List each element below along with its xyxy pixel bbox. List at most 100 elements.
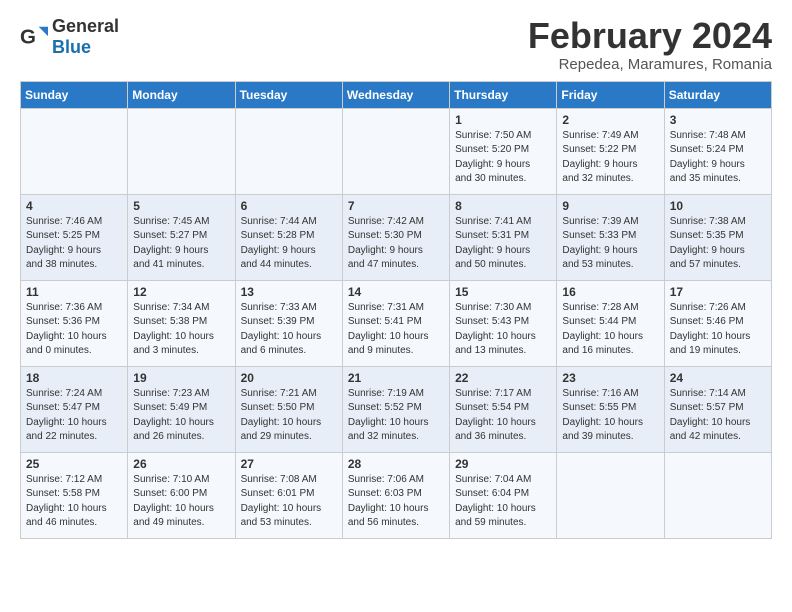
day-info: Sunrise: 7:10 AM Sunset: 6:00 PM Dayligh…	[133, 473, 229, 531]
day-info: Sunrise: 7:49 AM Sunset: 5:22 PM Dayligh…	[562, 129, 658, 187]
day-info: Sunrise: 7:45 AM Sunset: 5:27 PM Dayligh…	[133, 215, 229, 273]
day-info: Sunrise: 7:38 AM Sunset: 5:35 PM Dayligh…	[670, 215, 766, 273]
day-info: Sunrise: 7:30 AM Sunset: 5:43 PM Dayligh…	[455, 301, 551, 359]
page-header: G General Blue February 2024 Repedea, Ma…	[20, 16, 772, 73]
day-info: Sunrise: 7:17 AM Sunset: 5:54 PM Dayligh…	[455, 387, 551, 445]
day-info: Sunrise: 7:46 AM Sunset: 5:25 PM Dayligh…	[26, 215, 122, 273]
calendar-cell: 16 Sunrise: 7:28 AM Sunset: 5:44 PM Dayli…	[557, 280, 664, 366]
calendar-cell: 28Sunrise: 7:06 AM Sunset: 6:03 PM Dayli…	[342, 452, 449, 538]
day-info: Sunrise: 7:06 AM Sunset: 6:03 PM Dayligh…	[348, 473, 444, 531]
day-number: 12	[133, 285, 229, 299]
day-number: 27	[241, 457, 337, 471]
day-number: 25	[26, 457, 122, 471]
day-info: Sunrise: 7:28 AM Sunset: 5:44 PM Dayligh…	[562, 301, 658, 359]
weekday-header-thursday: Thursday	[450, 81, 557, 108]
weekday-header-saturday: Saturday	[664, 81, 771, 108]
day-number: 6	[241, 199, 337, 213]
week-row-1: 1Sunrise: 7:50 AM Sunset: 5:20 PM Daylig…	[21, 108, 772, 194]
calendar-cell	[664, 452, 771, 538]
calendar-body: 1Sunrise: 7:50 AM Sunset: 5:20 PM Daylig…	[21, 108, 772, 538]
day-number: 1	[455, 113, 551, 127]
calendar-cell: 2 Sunrise: 7:49 AM Sunset: 5:22 PM Daylig…	[557, 108, 664, 194]
calendar-cell: 7Sunrise: 7:42 AM Sunset: 5:30 PM Daylig…	[342, 194, 449, 280]
location-title: Repedea, Maramures, Romania	[528, 56, 772, 73]
day-info: Sunrise: 7:08 AM Sunset: 6:01 PM Dayligh…	[241, 473, 337, 531]
week-row-4: 18 Sunrise: 7:24 AM Sunset: 5:47 PM Dayli…	[21, 366, 772, 452]
calendar-cell	[235, 108, 342, 194]
calendar-cell: 12 Sunrise: 7:34 AM Sunset: 5:38 PM Dayli…	[128, 280, 235, 366]
week-row-3: 11 Sunrise: 7:36 AM Sunset: 5:36 PM Dayli…	[21, 280, 772, 366]
day-number: 3	[670, 113, 766, 127]
calendar-cell: 9 Sunrise: 7:39 AM Sunset: 5:33 PM Daylig…	[557, 194, 664, 280]
day-number: 17	[670, 285, 766, 299]
logo: G General Blue	[20, 16, 119, 58]
calendar-cell: 10 Sunrise: 7:38 AM Sunset: 5:35 PM Dayli…	[664, 194, 771, 280]
day-number: 18	[26, 371, 122, 385]
day-number: 9	[562, 199, 658, 213]
day-number: 16	[562, 285, 658, 299]
week-row-2: 4 Sunrise: 7:46 AM Sunset: 5:25 PM Daylig…	[21, 194, 772, 280]
title-area: February 2024 Repedea, Maramures, Romani…	[528, 16, 772, 73]
day-info: Sunrise: 7:34 AM Sunset: 5:38 PM Dayligh…	[133, 301, 229, 359]
day-info: Sunrise: 7:31 AM Sunset: 5:41 PM Dayligh…	[348, 301, 444, 359]
calendar-cell	[342, 108, 449, 194]
day-info: Sunrise: 7:36 AM Sunset: 5:36 PM Dayligh…	[26, 301, 122, 359]
day-number: 29	[455, 457, 551, 471]
day-info: Sunrise: 7:14 AM Sunset: 5:57 PM Dayligh…	[670, 387, 766, 445]
month-title: February 2024	[528, 16, 772, 56]
day-info: Sunrise: 7:26 AM Sunset: 5:46 PM Dayligh…	[670, 301, 766, 359]
day-number: 10	[670, 199, 766, 213]
calendar-cell: 19Sunrise: 7:23 AM Sunset: 5:49 PM Dayli…	[128, 366, 235, 452]
calendar-cell: 18 Sunrise: 7:24 AM Sunset: 5:47 PM Dayli…	[21, 366, 128, 452]
logo-icon: G	[20, 23, 48, 51]
calendar-cell: 20 Sunrise: 7:21 AM Sunset: 5:50 PM Dayli…	[235, 366, 342, 452]
day-info: Sunrise: 7:16 AM Sunset: 5:55 PM Dayligh…	[562, 387, 658, 445]
weekday-header-monday: Monday	[128, 81, 235, 108]
day-info: Sunrise: 7:12 AM Sunset: 5:58 PM Dayligh…	[26, 473, 122, 531]
weekday-header-wednesday: Wednesday	[342, 81, 449, 108]
day-info: Sunrise: 7:04 AM Sunset: 6:04 PM Dayligh…	[455, 473, 551, 531]
calendar-cell: 1Sunrise: 7:50 AM Sunset: 5:20 PM Daylig…	[450, 108, 557, 194]
calendar-cell: 29 Sunrise: 7:04 AM Sunset: 6:04 PM Dayli…	[450, 452, 557, 538]
calendar-cell: 13 Sunrise: 7:33 AM Sunset: 5:39 PM Dayli…	[235, 280, 342, 366]
day-number: 24	[670, 371, 766, 385]
calendar-cell: 3 Sunrise: 7:48 AM Sunset: 5:24 PM Daylig…	[664, 108, 771, 194]
day-number: 11	[26, 285, 122, 299]
logo-blue-text: Blue	[52, 37, 91, 57]
day-info: Sunrise: 7:19 AM Sunset: 5:52 PM Dayligh…	[348, 387, 444, 445]
day-info: Sunrise: 7:42 AM Sunset: 5:30 PM Dayligh…	[348, 215, 444, 273]
calendar-table: SundayMondayTuesdayWednesdayThursdayFrid…	[20, 81, 772, 539]
day-number: 26	[133, 457, 229, 471]
day-info: Sunrise: 7:44 AM Sunset: 5:28 PM Dayligh…	[241, 215, 337, 273]
calendar-cell: 27 Sunrise: 7:08 AM Sunset: 6:01 PM Dayli…	[235, 452, 342, 538]
calendar-cell: 24 Sunrise: 7:14 AM Sunset: 5:57 PM Dayli…	[664, 366, 771, 452]
day-number: 15	[455, 285, 551, 299]
logo-general-text: General	[52, 16, 119, 36]
calendar-cell: 15 Sunrise: 7:30 AM Sunset: 5:43 PM Dayli…	[450, 280, 557, 366]
day-number: 20	[241, 371, 337, 385]
calendar-cell: 5Sunrise: 7:45 AM Sunset: 5:27 PM Daylig…	[128, 194, 235, 280]
day-info: Sunrise: 7:48 AM Sunset: 5:24 PM Dayligh…	[670, 129, 766, 187]
day-number: 14	[348, 285, 444, 299]
calendar-cell: 25 Sunrise: 7:12 AM Sunset: 5:58 PM Dayli…	[21, 452, 128, 538]
calendar-cell: 21 Sunrise: 7:19 AM Sunset: 5:52 PM Dayli…	[342, 366, 449, 452]
calendar-cell: 4 Sunrise: 7:46 AM Sunset: 5:25 PM Daylig…	[21, 194, 128, 280]
day-info: Sunrise: 7:41 AM Sunset: 5:31 PM Dayligh…	[455, 215, 551, 273]
day-info: Sunrise: 7:21 AM Sunset: 5:50 PM Dayligh…	[241, 387, 337, 445]
day-number: 19	[133, 371, 229, 385]
calendar-cell: 17 Sunrise: 7:26 AM Sunset: 5:46 PM Dayli…	[664, 280, 771, 366]
day-number: 4	[26, 199, 122, 213]
weekday-header-sunday: Sunday	[21, 81, 128, 108]
calendar-cell	[128, 108, 235, 194]
day-number: 13	[241, 285, 337, 299]
day-info: Sunrise: 7:33 AM Sunset: 5:39 PM Dayligh…	[241, 301, 337, 359]
calendar-cell: 26 Sunrise: 7:10 AM Sunset: 6:00 PM Dayli…	[128, 452, 235, 538]
day-info: Sunrise: 7:39 AM Sunset: 5:33 PM Dayligh…	[562, 215, 658, 273]
day-number: 22	[455, 371, 551, 385]
day-info: Sunrise: 7:24 AM Sunset: 5:47 PM Dayligh…	[26, 387, 122, 445]
day-number: 23	[562, 371, 658, 385]
day-number: 8	[455, 199, 551, 213]
day-number: 2	[562, 113, 658, 127]
day-number: 21	[348, 371, 444, 385]
weekday-header-tuesday: Tuesday	[235, 81, 342, 108]
